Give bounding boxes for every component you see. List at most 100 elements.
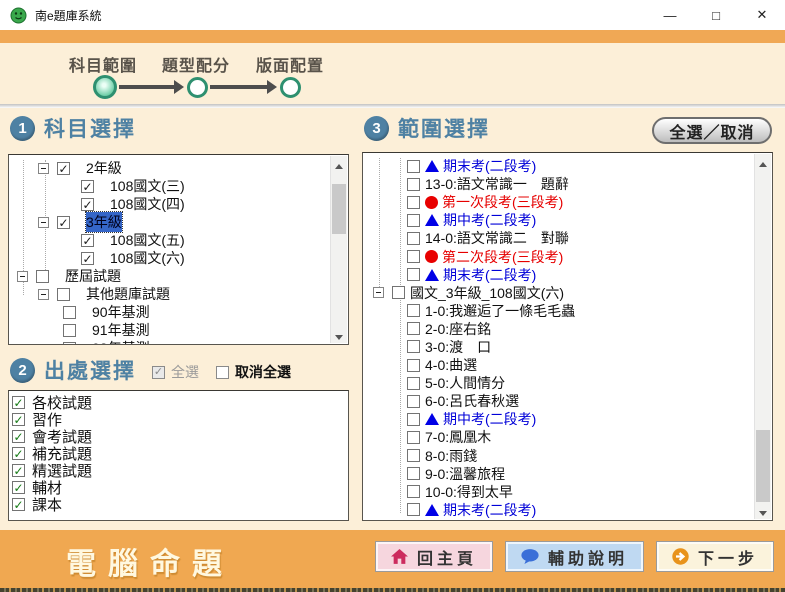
tree-row[interactable]: 10-0:得到太早 <box>363 483 754 501</box>
tree-row[interactable]: 期中考(二段考) <box>363 410 754 428</box>
checkbox[interactable]: ✓ <box>81 234 94 247</box>
next-step-button[interactable]: 下一步 <box>656 541 774 572</box>
tree-row[interactable]: ✓108國文(四) <box>9 195 330 213</box>
checkbox[interactable]: ✓ <box>81 198 94 211</box>
checkbox[interactable] <box>407 377 420 390</box>
tree-row[interactable]: ✓課本 <box>9 496 346 513</box>
tree-row[interactable]: ✓3年級 <box>9 213 330 231</box>
tree-row[interactable]: 2-0:座右銘 <box>363 320 754 338</box>
checkbox[interactable] <box>407 340 420 353</box>
tree-row[interactable]: 期中考(二段考) <box>363 211 754 229</box>
tree-row[interactable]: 國文_3年級_108國文(六) <box>363 284 754 302</box>
home-button[interactable]: 回主頁 <box>375 541 493 572</box>
checkbox[interactable]: ✓ <box>81 252 94 265</box>
tree-row[interactable]: 3-0:渡 口 <box>363 338 754 356</box>
tree-row[interactable]: 1-0:我邂逅了一條毛毛蟲 <box>363 302 754 320</box>
tree-row[interactable]: 歷屆試題 <box>9 267 330 285</box>
tree-row[interactable]: ✓108國文(五) <box>9 231 330 249</box>
checkbox[interactable] <box>36 270 49 283</box>
scroll-down-icon[interactable] <box>331 327 347 343</box>
help-button[interactable]: 輔助說明 <box>505 541 644 572</box>
checkbox[interactable] <box>407 449 420 462</box>
tree-row[interactable]: 期末考(二段考) <box>363 266 754 284</box>
checkbox[interactable] <box>392 286 405 299</box>
checkbox[interactable]: ✓ <box>12 430 25 443</box>
checkbox[interactable] <box>407 413 420 426</box>
checkbox[interactable] <box>407 467 420 480</box>
tree-row[interactable]: 第二次段考(三段考) <box>363 247 754 265</box>
tree-row[interactable]: 其他題庫試題 <box>9 285 330 303</box>
checkbox[interactable]: ✓ <box>12 413 25 426</box>
expander-icon[interactable] <box>38 289 49 300</box>
checkbox[interactable] <box>57 288 70 301</box>
expander-icon[interactable] <box>38 163 49 174</box>
scroll-up-icon[interactable] <box>331 156 347 172</box>
tree-row[interactable]: 13-0:語文常識一 題辭 <box>363 175 754 193</box>
checkbox[interactable] <box>407 250 420 263</box>
checkbox[interactable] <box>407 304 420 317</box>
tree-row[interactable]: ✓108國文(六) <box>9 249 330 267</box>
checkbox[interactable] <box>63 324 76 337</box>
checkbox[interactable] <box>407 359 420 372</box>
checkbox[interactable]: ✓ <box>12 498 25 511</box>
tree-row[interactable]: ✓2年級 <box>9 159 330 177</box>
checkbox[interactable]: ✓ <box>81 180 94 193</box>
checkbox[interactable] <box>407 214 420 227</box>
expander-icon[interactable] <box>38 217 49 228</box>
deselect-all-checkbox[interactable]: 取消全選 <box>216 362 291 382</box>
tree-row[interactable]: 9-0:溫馨旅程 <box>363 465 754 483</box>
checkbox[interactable]: ✓ <box>12 396 25 409</box>
scroll-up-icon[interactable] <box>755 154 771 170</box>
checkbox[interactable]: ✓ <box>57 162 70 175</box>
triangle-icon <box>425 160 439 172</box>
scrollbar-thumb[interactable] <box>332 184 346 234</box>
expander-icon[interactable] <box>17 271 28 282</box>
checkbox[interactable] <box>407 178 420 191</box>
tree-row[interactable]: 7-0:鳳凰木 <box>363 428 754 446</box>
checkbox[interactable] <box>407 232 420 245</box>
checkbox[interactable] <box>407 395 420 408</box>
tree-row[interactable]: 期末考(二段考) <box>363 157 754 175</box>
vertical-scrollbar[interactable] <box>754 154 771 519</box>
checkbox[interactable] <box>63 342 76 346</box>
checkbox[interactable]: ✓ <box>57 216 70 229</box>
expander-icon[interactable] <box>373 287 384 298</box>
tree-row[interactable]: 91年基測 <box>9 321 330 339</box>
footer-bar: 電腦命題 回主頁 輔助說明 下一步 <box>0 530 785 585</box>
select-all-toggle-button[interactable]: 全選／取消 <box>652 117 772 144</box>
next-button-label: 下一步 <box>698 545 758 569</box>
checkbox[interactable] <box>407 268 420 281</box>
select-all-checkbox[interactable]: ✓ 全選 <box>152 362 199 382</box>
checkbox[interactable] <box>63 306 76 319</box>
checkbox[interactable]: ✓ <box>12 464 25 477</box>
tree-row[interactable]: 第一次段考(三段考) <box>363 193 754 211</box>
scroll-down-icon[interactable] <box>755 503 771 519</box>
scrollbar-thumb[interactable] <box>756 430 770 502</box>
title-bar: 南e題庫系統 — □ ✕ <box>0 0 785 30</box>
checkbox[interactable] <box>216 366 229 379</box>
tree-row[interactable]: ✓108國文(三) <box>9 177 330 195</box>
checkbox[interactable] <box>407 196 420 209</box>
checkbox[interactable]: ✓ <box>152 366 165 379</box>
tree-row[interactable]: 92年基測 <box>9 339 330 345</box>
close-button[interactable]: ✕ <box>739 7 785 23</box>
tree-item-label: 90年基測 <box>92 302 150 322</box>
tree-row[interactable]: 5-0:人間情分 <box>363 374 754 392</box>
checkbox[interactable] <box>407 503 420 516</box>
checkbox[interactable] <box>407 160 420 173</box>
tree-row[interactable]: 90年基測 <box>9 303 330 321</box>
tree-row[interactable]: 6-0:呂氏春秋選 <box>363 392 754 410</box>
checkbox[interactable]: ✓ <box>12 481 25 494</box>
range-section-header: 3 範圍選擇 <box>364 113 490 143</box>
minimize-button[interactable]: — <box>647 8 693 23</box>
tree-row[interactable]: 8-0:雨錢 <box>363 447 754 465</box>
checkbox[interactable] <box>407 431 420 444</box>
vertical-scrollbar[interactable] <box>330 156 347 343</box>
maximize-button[interactable]: □ <box>693 8 739 23</box>
tree-row[interactable]: 14-0:語文常識二 對聯 <box>363 229 754 247</box>
tree-row[interactable]: 期末考(二段考) <box>363 501 754 519</box>
tree-row[interactable]: 4-0:曲選 <box>363 356 754 374</box>
checkbox[interactable] <box>407 322 420 335</box>
checkbox[interactable] <box>407 485 420 498</box>
checkbox[interactable]: ✓ <box>12 447 25 460</box>
